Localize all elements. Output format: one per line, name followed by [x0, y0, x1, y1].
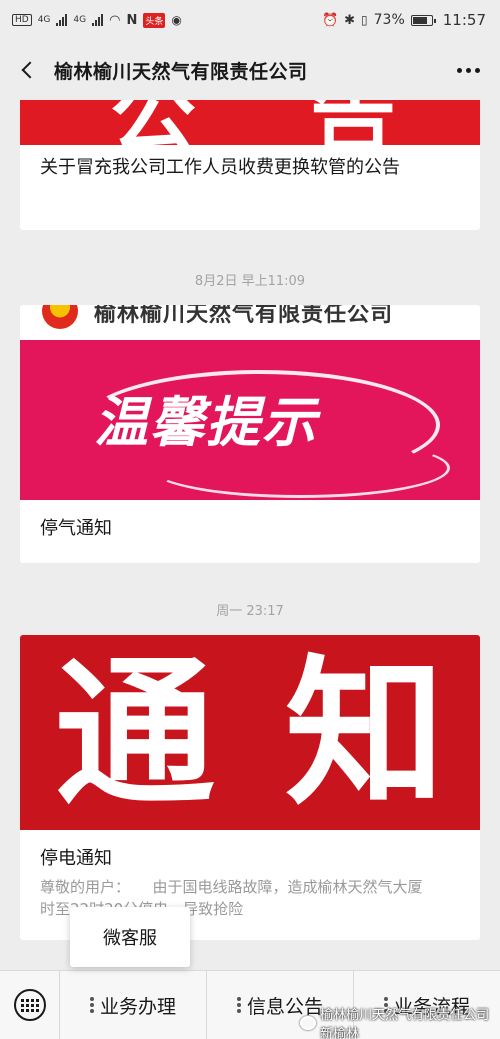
- announcement-banner-image: 公 告: [20, 100, 480, 145]
- alarm-icon: ⏰: [321, 12, 339, 28]
- menu-item-business[interactable]: 业务办理: [60, 970, 207, 1039]
- battery-percent: 73%: [373, 12, 405, 28]
- navigation-bar: 榆林榆川天然气有限责任公司: [0, 40, 500, 100]
- warm-reminder-banner-image: 温馨提示: [20, 340, 480, 500]
- banner-glyph: 告: [310, 100, 396, 145]
- company-logo-icon: [42, 305, 78, 329]
- banner-text: 温馨提示: [94, 390, 318, 454]
- article-card-announcement[interactable]: 公 告 关于冒充我公司工作人员收费更换软管的公告: [20, 100, 480, 230]
- network-4g-label: 4G: [37, 14, 51, 25]
- banner-glyph: 通: [54, 639, 215, 827]
- submenu-popup-wechat-service[interactable]: 微客服: [70, 907, 190, 967]
- article-title: 停电通知: [40, 848, 112, 869]
- page-title: 榆林榆川天然气有限责任公司: [54, 60, 308, 83]
- more-icon[interactable]: [449, 60, 488, 81]
- bluetooth-icon: ✱: [344, 12, 356, 28]
- submenu-indicator-icon: [89, 997, 94, 1013]
- back-icon[interactable]: [12, 55, 42, 85]
- message-timestamp: 周一 23:17: [216, 604, 284, 619]
- article-title: 停气通知: [40, 518, 112, 539]
- wifi-icon: ◠: [109, 12, 121, 28]
- submenu-indicator-icon: [236, 997, 241, 1013]
- signal-icon-2: [92, 14, 104, 26]
- card-header-text: 榆林榆川天然气有限责任公司: [94, 305, 394, 327]
- network-4g-label-2: 4G: [73, 14, 87, 25]
- watermark-text: 榆林榆川天然气有限责任公司新榆林: [320, 1008, 490, 1039]
- message-timestamp: 8月2日 早上11:09: [194, 274, 306, 289]
- source-watermark: 榆林榆川天然气有限责任公司新榆林: [300, 1004, 500, 1039]
- battery-icon: [410, 14, 436, 26]
- status-left: HD 4G 4G ◠ N 头条 ◉: [12, 12, 182, 28]
- vibrate-icon: ▯: [361, 13, 368, 27]
- banner-glyph: 公: [110, 100, 196, 145]
- keyboard-icon: [13, 989, 46, 1021]
- toutiao-badge: 头条: [143, 12, 166, 28]
- article-card-power-outage[interactable]: 通 知 停电通知 尊敬的用户： 由于国电线路故障，造成榆林天然气大厦 时至22时…: [20, 635, 480, 940]
- status-right: ⏰ ✱ ▯ 73% 11:57: [322, 11, 486, 29]
- banner-glyph: 知: [284, 639, 445, 827]
- menu-item-label: 业务办理: [99, 995, 176, 1018]
- app-notification-icon: ◉: [171, 13, 182, 27]
- notice-banner-image: 通 知: [20, 635, 480, 830]
- message-feed[interactable]: 公 告 关于冒充我公司工作人员收费更换软管的公告 8月2日 早上11:09 榆林…: [0, 100, 500, 970]
- nfc-icon: N: [126, 12, 138, 28]
- clock: 11:57: [442, 11, 486, 29]
- article-title: 关于冒充我公司工作人员收费更换软管的公告: [40, 157, 400, 178]
- signal-icon: [56, 14, 68, 26]
- wechat-logo-icon: [300, 1016, 317, 1030]
- article-card-gas-outage[interactable]: 榆林榆川天然气有限责任公司 温馨提示 停气通知: [20, 305, 480, 563]
- status-bar: HD 4G 4G ◠ N 头条 ◉ ⏰ ✱ ▯ 73% 11:57: [0, 0, 500, 40]
- hd-badge: HD: [12, 14, 32, 26]
- card-header-strip: 榆林榆川天然气有限责任公司: [20, 305, 480, 340]
- keyboard-toggle-button[interactable]: [0, 970, 60, 1039]
- submenu-item-label: 微客服: [103, 928, 157, 949]
